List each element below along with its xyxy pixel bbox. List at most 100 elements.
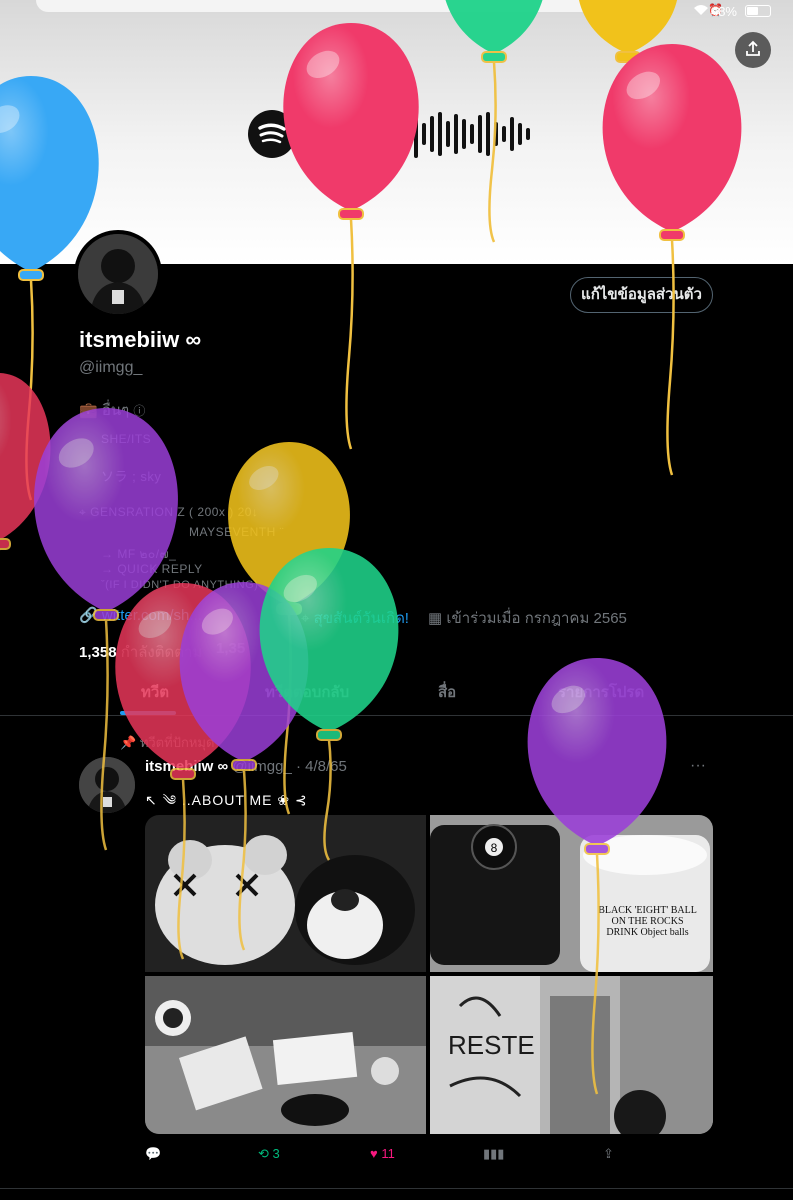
like-button[interactable]: ♥ 11 [370, 1146, 395, 1161]
retweet-icon: ⟲ [258, 1146, 269, 1161]
location-label: GENSRATION Z ( 200x ) 20↓ [90, 505, 259, 519]
spotify-code-bar [518, 123, 522, 145]
battery-percent: 48% [710, 4, 737, 19]
tab-tweets[interactable]: ทวีต [141, 680, 169, 704]
divider [0, 715, 793, 716]
edit-profile-button[interactable]: แก้ไขข้อมูลส่วนตัว [570, 277, 713, 313]
heart-icon: ♥ [370, 1146, 378, 1161]
spotify-code-bar [342, 114, 346, 154]
spotify-code-bar [430, 116, 434, 152]
following-label: กำลังติดตาม [120, 644, 203, 661]
bio-line: MAYSEVENTH ¨ [189, 525, 285, 539]
display-name: itsmebiiw ∞ [79, 327, 202, 352]
tweet-photo-3[interactable] [145, 976, 426, 1134]
tweet-avatar[interactable] [79, 757, 135, 813]
spotify-code-bar [502, 126, 506, 142]
category-label: อื่นๆ [101, 402, 130, 419]
profile-avatar[interactable] [74, 230, 162, 318]
reply-icon: 💬 [145, 1146, 162, 1161]
spotify-code-bar [350, 122, 354, 146]
spotify-code-bar [318, 129, 322, 139]
like-count: 11 [381, 1146, 395, 1161]
tweet-author-name[interactable]: itsmebiiw ∞ [145, 758, 228, 775]
pinned-row: 📌 ทวีตที่ปักหมุด [120, 732, 214, 753]
eight-ball-number: 8 [491, 841, 498, 855]
following-link[interactable]: 1,358 กำลังติดตาม [79, 640, 202, 664]
upload-icon[interactable] [735, 32, 771, 68]
spotify-code-bar [382, 120, 386, 148]
tab-replies[interactable]: ทวีตตอบกลับ [265, 680, 349, 704]
tweet-photo-1[interactable] [145, 815, 426, 972]
followers-link[interactable]: 1,35 [216, 640, 245, 657]
tweet-photo-4[interactable]: RESTE [430, 976, 713, 1134]
website-link[interactable]: witter.com/sh... [102, 607, 202, 624]
bio-line: SHE/ITS [101, 432, 152, 446]
spotify-code-bar [478, 115, 482, 153]
tweet-author-handle[interactable]: @iimgg_ [232, 758, 291, 775]
wifi-icon [693, 4, 709, 19]
spotify-code [248, 110, 530, 158]
spotify-code-bar [374, 112, 378, 156]
spotify-code-bar [398, 114, 402, 154]
battery-icon [745, 5, 771, 17]
balloon [0, 373, 51, 551]
reply-button[interactable]: 💬 [145, 1146, 161, 1162]
spotify-code-bar [422, 123, 426, 145]
spotify-code-bar [358, 127, 362, 141]
share-icon: ⇪ [603, 1146, 614, 1161]
category-row: 💼 อื่นๆ ⓘ [79, 398, 145, 422]
birthday-row: ⌖ สุขสันต์วันเกิด! [301, 606, 409, 630]
spotify-code-bar [462, 119, 466, 149]
tab-likes[interactable]: รายการโปรด [558, 680, 644, 704]
spotify-code-bar [446, 121, 450, 147]
birthday-label: สุขสันต์วันเกิด! [313, 610, 409, 627]
share-button[interactable]: ⇪ [603, 1146, 614, 1162]
spotify-code-bar [406, 119, 410, 149]
spotify-code-bar [390, 125, 394, 143]
spotify-code-bar [526, 128, 530, 140]
spotify-code-bar [510, 117, 514, 151]
spotify-code-bar [494, 122, 498, 146]
following-count: 1,358 [79, 644, 117, 661]
location-row: ⌖ GENSRATION Z ( 200x ) 20↓ [79, 505, 258, 520]
followers-count: 1,35 [216, 640, 246, 657]
spotify-code-bar [470, 124, 474, 144]
more-icon[interactable]: ··· [690, 757, 706, 775]
address-bar[interactable] [36, 0, 672, 12]
bio-line: ソラ ; sky [101, 469, 162, 484]
tweet-header: itsmebiiw ∞ @iimgg_ · 4/8/65 [145, 758, 347, 775]
joined-row: ▦ เข้าร่วมเมื่อ กรกฎาคม 2565 [428, 606, 627, 630]
joined-label: เข้าร่วมเมื่อ กรกฎาคม 2565 [446, 610, 627, 627]
spotify-code-bar [454, 114, 458, 154]
website-row[interactable]: 🔗 witter.com/sh... [79, 606, 202, 624]
divider [0, 1188, 793, 1189]
tab-media[interactable]: สื่อ [438, 680, 456, 704]
spotify-code-bar [486, 112, 490, 156]
briefcase-icon: 💼 [79, 402, 98, 419]
location-icon: ⌖ [79, 505, 87, 519]
link-icon: 🔗 [79, 607, 98, 624]
profile-banner[interactable] [0, 0, 793, 264]
pin-icon: 📌 [120, 735, 137, 750]
bio-line: ˇ(IF I DIDN'T DO ANYTHING) [101, 579, 259, 591]
location-icon: ⌖ [301, 610, 310, 627]
pinned-label: ทวีตที่ปักหมุด [139, 735, 215, 750]
bio-line: → QUICK REPLY [101, 562, 203, 576]
retweet-button[interactable]: ⟲ 3 [258, 1146, 280, 1162]
profile-handle: @iimgg_ [79, 359, 143, 376]
tweet-date[interactable]: · 4/8/65 [296, 758, 347, 775]
spotify-code-bar [334, 119, 338, 149]
spotify-code-bar [438, 112, 442, 156]
graffiti-text: RESTE [448, 1030, 535, 1060]
spotify-code-bar [366, 117, 370, 151]
views-button[interactable]: ▮▮▮ [483, 1146, 504, 1162]
calendar-icon: ▦ [428, 610, 443, 627]
info-icon[interactable]: ⓘ [133, 404, 145, 418]
status-bar: ⏰ 48% [0, 0, 793, 24]
candle-label: BLACK 'EIGHT' BALL ON THE ROCKS DRINK Ob… [598, 905, 697, 938]
spotify-code-bar [414, 110, 418, 158]
spotify-code-bar [326, 124, 330, 144]
tweet-photo-2[interactable]: 8 BLACK 'EIGHT' BALL ON THE ROCKS DRINK … [430, 815, 713, 972]
analytics-icon: ▮▮▮ [483, 1146, 505, 1161]
retweet-count: 3 [272, 1146, 280, 1161]
